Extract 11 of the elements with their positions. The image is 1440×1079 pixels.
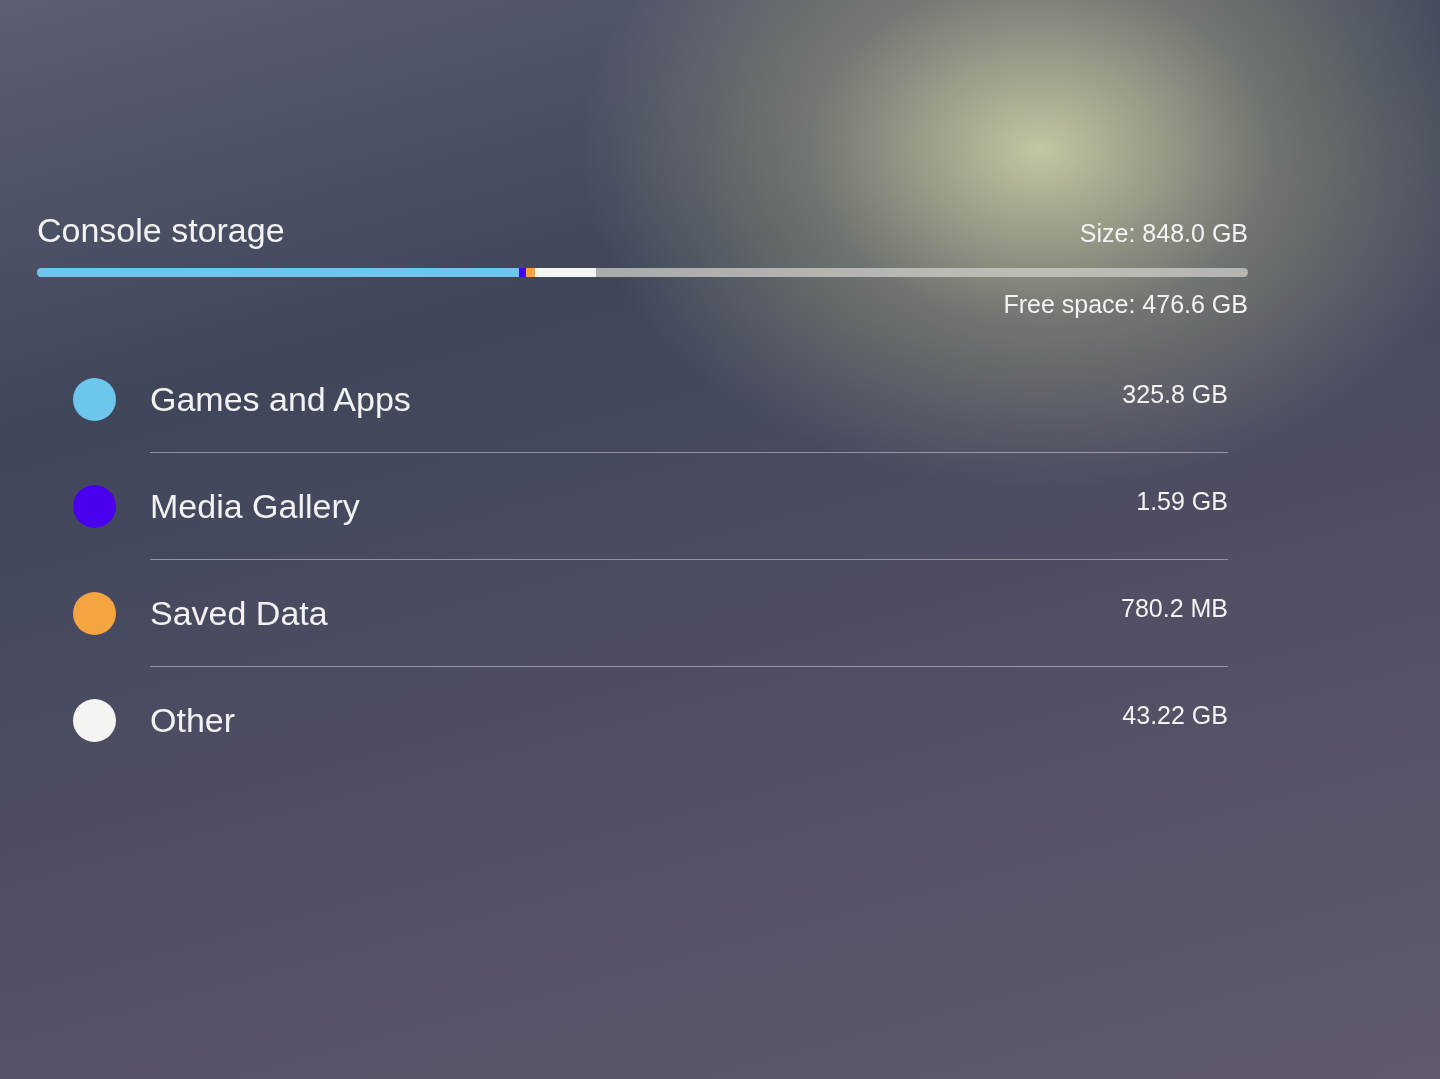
category-name: Media Gallery bbox=[150, 486, 360, 526]
category-size: 1.59 GB bbox=[1136, 486, 1228, 516]
category-size: 43.22 GB bbox=[1122, 700, 1228, 730]
free-space: Free space: 476.6 GB bbox=[1003, 289, 1248, 320]
page-title: Console storage bbox=[37, 210, 285, 251]
category-name: Other bbox=[150, 700, 236, 740]
category-size: 780.2 MB bbox=[1121, 593, 1228, 623]
category-size: 325.8 GB bbox=[1122, 379, 1228, 409]
category-name: Games and Apps bbox=[150, 379, 411, 419]
total-size: Size: 848.0 GB bbox=[1079, 219, 1248, 248]
category-name: Saved Data bbox=[150, 593, 328, 633]
